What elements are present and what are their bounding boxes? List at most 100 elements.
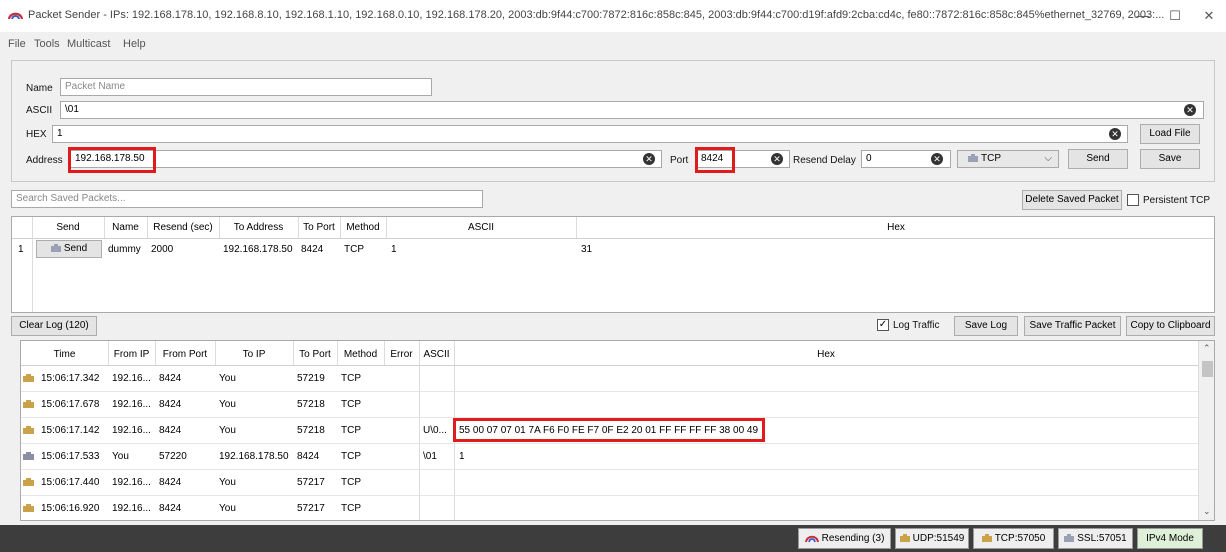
save-traffic-packet-button[interactable]: Save Traffic Packet: [1024, 316, 1121, 336]
col-to-port[interactable]: To Port: [298, 222, 340, 233]
log-cell-hex: 1: [459, 451, 465, 462]
log-traffic-label: Log Traffic: [893, 320, 940, 331]
clear-address-icon[interactable]: ✕: [643, 153, 655, 165]
row-send-button[interactable]: Send: [36, 240, 102, 258]
col-to-port[interactable]: To Port: [293, 349, 337, 360]
udp-label: UDP:51549: [912, 533, 965, 544]
col-name[interactable]: Name: [104, 222, 147, 233]
search-saved-input[interactable]: Search Saved Packets...: [11, 190, 483, 208]
log-cell-method: TCP: [341, 477, 361, 488]
maximize-button[interactable]: ☐: [1160, 6, 1190, 26]
package-icon: [23, 374, 34, 383]
log-cell-time: 15:06:16.920: [41, 503, 100, 514]
menu-help[interactable]: Help: [123, 38, 146, 50]
col-method[interactable]: Method: [337, 349, 384, 360]
log-traffic-checkbox[interactable]: ✓: [877, 319, 889, 331]
col-send[interactable]: Send: [32, 222, 104, 233]
save-log-button[interactable]: Save Log: [954, 316, 1018, 336]
ssl-status[interactable]: SSL:57051: [1058, 528, 1133, 549]
clear-resend-icon[interactable]: ✕: [931, 153, 943, 165]
col-ascii[interactable]: ASCII: [419, 349, 454, 360]
app-icon: [804, 535, 819, 543]
persistent-tcp-checkbox[interactable]: [1127, 194, 1139, 206]
log-time-wrap: [23, 399, 37, 410]
log-cell-from-ip: 192.16...: [112, 373, 151, 384]
app-icon: [8, 12, 23, 20]
log-cell-time: 15:06:17.678: [41, 399, 100, 410]
log-cell-method: TCP: [341, 451, 361, 462]
col-hex[interactable]: Hex: [576, 222, 1214, 233]
saved-packets-table: Send Name Resend (sec) To Address To Por…: [11, 216, 1215, 313]
ascii-label: ASCII: [26, 105, 53, 116]
ssl-label: SSL:57051: [1077, 533, 1127, 544]
udp-status[interactable]: UDP:51549: [895, 528, 969, 549]
minimize-button[interactable]: —: [1128, 6, 1158, 26]
log-cell-method: TCP: [341, 373, 361, 384]
tcp-status[interactable]: TCP:57050: [973, 528, 1054, 549]
row-port: 8424: [301, 244, 324, 255]
ipv4-mode-button[interactable]: IPv4 Mode: [1137, 528, 1203, 549]
col-error[interactable]: Error: [384, 349, 419, 360]
menu-multicast[interactable]: Multicast: [67, 38, 110, 50]
menu-bar: File Tools Multicast Help: [0, 32, 1226, 56]
col-resend[interactable]: Resend (sec): [147, 222, 219, 233]
col-time[interactable]: Time: [21, 349, 108, 360]
hex-input[interactable]: 1: [52, 125, 1128, 143]
ascii-input[interactable]: \01: [60, 101, 1204, 119]
log-time-wrap: [23, 451, 37, 462]
row-number: 1: [18, 244, 24, 255]
package-icon: [50, 244, 61, 253]
clear-port-icon[interactable]: ✕: [771, 153, 783, 165]
port-highlight: [695, 147, 735, 173]
packet-name-input[interactable]: Packet Name: [60, 78, 432, 96]
delete-saved-packet-button[interactable]: Delete Saved Packet: [1022, 190, 1122, 210]
menu-file[interactable]: File: [8, 38, 26, 50]
scroll-down-icon[interactable]: ⌄: [1203, 506, 1211, 517]
col-to-address[interactable]: To Address: [219, 222, 298, 233]
load-file-button[interactable]: Load File: [1140, 124, 1200, 144]
log-time-wrap: [23, 373, 37, 384]
tcp-label: TCP:57050: [994, 533, 1046, 544]
row-ascii: 1: [391, 244, 397, 255]
save-button[interactable]: Save: [1140, 149, 1200, 169]
log-cell-to-ip: You: [219, 425, 236, 436]
col-method[interactable]: Method: [340, 222, 386, 233]
log-time-wrap: [23, 503, 37, 514]
package-icon: [23, 426, 34, 435]
send-button[interactable]: Send: [1068, 149, 1128, 169]
col-to-ip[interactable]: To IP: [215, 349, 293, 360]
status-bar: Resending (3) UDP:51549 TCP:57050 SSL:57…: [0, 525, 1226, 552]
package-icon: [968, 154, 978, 163]
chevron-down-icon: ⌵: [1044, 153, 1052, 164]
log-cell-from-ip: 192.16...: [112, 399, 151, 410]
close-window-button[interactable]: ✕: [1194, 6, 1224, 26]
log-cell-to-ip: You: [219, 477, 236, 488]
clear-ascii-icon[interactable]: ✕: [1184, 104, 1196, 116]
protocol-value: TCP: [981, 153, 1001, 164]
log-cell-ascii: \01: [423, 451, 437, 462]
log-time-wrap: [23, 477, 37, 488]
scrollbar-thumb[interactable]: [1202, 361, 1213, 377]
protocol-select[interactable]: TCP ⌵: [957, 150, 1059, 168]
col-ascii[interactable]: ASCII: [386, 222, 576, 233]
log-cell-to-port: 57218: [297, 425, 325, 436]
log-scrollbar[interactable]: ⌃ ⌄: [1198, 341, 1214, 520]
clear-log-button[interactable]: Clear Log (120): [11, 316, 97, 336]
traffic-log-table: Time From IP From Port To IP To Port Met…: [20, 340, 1215, 521]
address-input[interactable]: 192.168.178.50: [70, 150, 662, 168]
copy-to-clipboard-button[interactable]: Copy to Clipboard: [1126, 316, 1215, 336]
col-hex[interactable]: Hex: [454, 349, 1198, 360]
resending-status[interactable]: Resending (3): [798, 528, 891, 549]
col-from-port[interactable]: From Port: [155, 349, 215, 360]
col-from-ip[interactable]: From IP: [108, 349, 155, 360]
clear-hex-icon[interactable]: ✕: [1109, 128, 1121, 140]
log-cell-from-port: 8424: [159, 425, 182, 436]
log-cell-to-ip: You: [219, 399, 236, 410]
scroll-up-icon[interactable]: ⌃: [1203, 343, 1211, 354]
log-cell-time: 15:06:17.342: [41, 373, 100, 384]
log-cell-from-port: 57220: [159, 451, 187, 462]
resending-label: Resending (3): [821, 533, 885, 544]
title-bar: Packet Sender - IPs: 192.168.178.10, 192…: [0, 0, 1226, 32]
menu-tools[interactable]: Tools: [34, 38, 60, 50]
packet-editor-panel: Name Packet Name ASCII \01 ✕ HEX 1 ✕ Loa…: [11, 60, 1215, 182]
